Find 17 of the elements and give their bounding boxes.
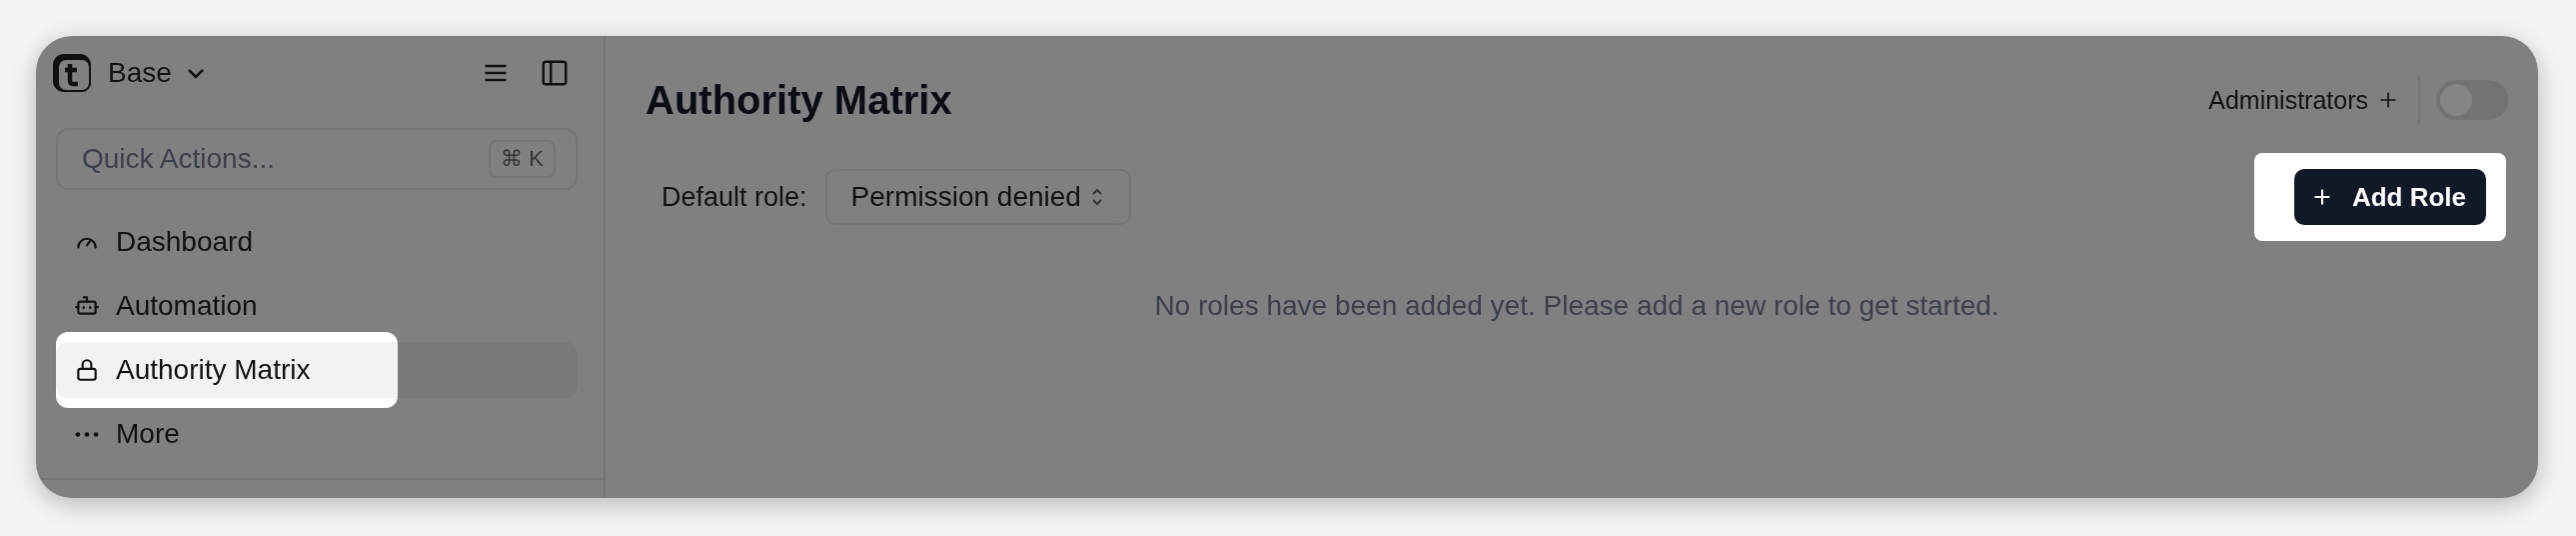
logo-icon (50, 51, 94, 95)
shortcut-hint: ⌘ K (489, 140, 556, 178)
administrators-button[interactable]: Administrators (2208, 85, 2398, 115)
workspace-dropdown[interactable]: Base (108, 57, 208, 89)
nav-item[interactable]: Dashboard (56, 214, 578, 270)
nav-item[interactable]: Automation (56, 278, 578, 334)
nav-item[interactable]: Authority Matrix (56, 342, 578, 398)
empty-state-message: No roles have been added yet. Please add a new role to get started. (1153, 290, 2000, 322)
add-role-button[interactable]: Add Role (2293, 169, 2486, 225)
default-role-label: Default role: (661, 181, 807, 213)
nav-item[interactable]: More (56, 406, 578, 462)
more-icon (74, 430, 100, 438)
page-title: Authority Matrix (645, 77, 953, 123)
lock-icon (74, 357, 100, 383)
plus-icon (2378, 90, 2398, 110)
default-role-select[interactable]: Permission denied (824, 169, 1131, 225)
sidebar-icon (540, 58, 570, 88)
